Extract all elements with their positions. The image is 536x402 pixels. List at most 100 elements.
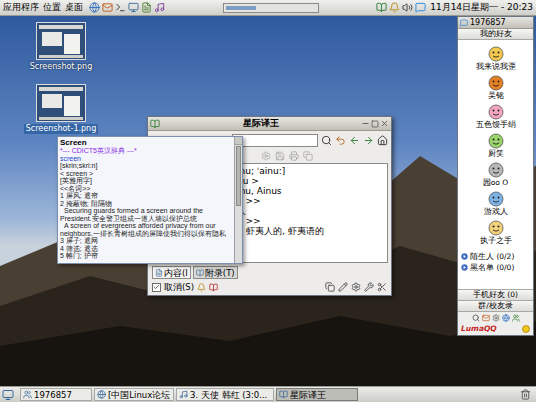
task-button[interactable]: 3. 天使 韩红 (3:0...	[176, 388, 274, 401]
panel-menu[interactable]: 位置	[43, 1, 61, 15]
buddy-name: 我来说我歪	[476, 62, 516, 72]
title-bar[interactable]: 星际译王	[148, 117, 391, 131]
floating-popup: Screen*--- CDICT5英汉辞典 ---*screen[skrin;s…	[57, 136, 243, 264]
definition-toolbar	[233, 149, 388, 163]
tools-icon[interactable]	[364, 282, 374, 292]
title-bar[interactable]: 1976857	[458, 17, 533, 29]
music-icon[interactable]	[154, 2, 165, 13]
home-icon[interactable]	[377, 135, 388, 146]
definition-line: 人	[237, 206, 384, 216]
trash-icon[interactable]	[520, 389, 531, 400]
popup-line: 2 掩蔽物; 阻隔物	[60, 200, 232, 208]
preferences-icon[interactable]	[351, 282, 361, 292]
notify-icon[interactable]	[389, 2, 400, 13]
users-icon[interactable]	[512, 314, 520, 322]
group-button[interactable]: 群/校友录	[458, 300, 533, 311]
group-button[interactable]: 手机好友 (0)	[458, 289, 533, 300]
popup-text[interactable]: Screen*--- CDICT5英汉辞典 ---*screen[skrin;s…	[58, 137, 234, 263]
tab[interactable]: 附录(T)	[193, 266, 238, 279]
find-icon[interactable]	[472, 314, 480, 322]
mail-icon[interactable]	[102, 2, 113, 13]
bulb-icon[interactable]	[197, 283, 206, 292]
edit-icon[interactable]	[338, 282, 348, 292]
clock[interactable]: 11月14日星期一 - 20:23	[430, 1, 533, 15]
copy-icon	[303, 151, 313, 161]
buddy-name: 执子之手	[480, 236, 512, 246]
forward-icon[interactable]	[363, 135, 374, 146]
volume-icon[interactable]	[402, 2, 413, 13]
group-header[interactable]: 我的好友	[458, 29, 533, 40]
editor-icon[interactable]	[141, 2, 152, 13]
search-icon[interactable]	[321, 135, 332, 146]
panel-menu[interactable]: 桌面	[65, 1, 83, 15]
word-input[interactable]	[232, 134, 318, 147]
window-title: 1976857	[470, 18, 506, 28]
buddy-name: 游戏人	[484, 207, 508, 217]
avatar-icon	[488, 75, 504, 91]
minimize-icon[interactable]	[361, 119, 370, 128]
checkbox-label[interactable]: 取消(S)	[164, 282, 194, 292]
show-desktop-icon[interactable]	[2, 389, 14, 401]
buddy-name: 厨笑	[488, 149, 504, 159]
panel-menu[interactable]: 应用程序	[3, 1, 39, 15]
definition-line: 、虾夷人的, 虾夷语的	[237, 226, 384, 236]
dictionary-tray-icon[interactable]	[376, 2, 387, 13]
tab[interactable]: 内容(I	[152, 266, 191, 279]
buddy-window: 1976857我的好友我来说我歪吴铭五色馒手绢厨笑园oo O 游戏人执子之手陌生人…	[457, 16, 534, 336]
collapsed-group[interactable]: 黑名单 (0/0)	[458, 262, 533, 273]
buddy-item[interactable]: 执子之手	[480, 220, 512, 249]
logo-row: LumaQQ	[458, 323, 533, 335]
bottom-bar: 取消(S)	[148, 279, 391, 295]
task-button[interactable]: 星际译王	[276, 388, 358, 401]
task-button[interactable]: [中国Linux论坛	[94, 388, 174, 401]
maximize-icon[interactable]	[371, 120, 379, 128]
popup-line: 5 帷门; 护帘	[60, 252, 232, 260]
browser-icon[interactable]	[89, 2, 100, 13]
buddy-item[interactable]: 吴铭	[488, 75, 504, 104]
buddy-name: 园oo O	[483, 178, 508, 188]
buddy-item[interactable]: 五色馒手绢	[476, 104, 516, 133]
terminal-icon[interactable]	[115, 2, 126, 13]
desktop: Screenshot.png Screenshot-1.png 星际译王 lnu; ˈ…	[0, 16, 536, 386]
back-icon[interactable]	[349, 135, 360, 146]
check-icon	[153, 283, 160, 291]
definition-line: nu >	[237, 176, 384, 186]
popup-line: screen	[60, 155, 232, 163]
definition-line: e >>	[237, 216, 384, 226]
definition-text[interactable]: lnu; ˈainu:]nu >Inu, Ainusu >>人e >>、虾夷人的…	[233, 163, 388, 263]
message-icon[interactable]	[482, 314, 490, 322]
desktop-icon[interactable]: Screenshot-1.png	[26, 84, 96, 134]
tab-row: 内容(I附录(T)	[148, 263, 391, 279]
cancel-checkbox[interactable]	[152, 283, 161, 292]
popup-line: A screen of evergreens afforded privacy …	[60, 222, 232, 230]
buddy-item[interactable]: 园oo O	[483, 162, 508, 191]
dict-icon[interactable]	[209, 283, 218, 292]
collapsed-group[interactable]: 陌生人 (0/2)	[458, 251, 533, 262]
definition-line: lnu; ˈainu:]	[237, 166, 384, 176]
popup-line: [skrin;skri:n]	[60, 162, 232, 170]
web-icon[interactable]	[502, 314, 510, 322]
avatar-icon	[488, 220, 504, 236]
buddy-item[interactable]: 游戏人	[484, 191, 508, 220]
copy-tool-icon[interactable]	[325, 282, 335, 292]
qq-tray-icon[interactable]	[415, 2, 426, 13]
popup-scrollbar[interactable]	[234, 137, 242, 263]
app-icon	[150, 119, 160, 129]
clear-icon[interactable]	[335, 135, 346, 146]
scissors-icon[interactable]	[377, 282, 387, 292]
popup-line: 1 屏风; 遮帘	[60, 192, 232, 200]
tray	[376, 2, 426, 13]
close-icon[interactable]	[380, 119, 389, 128]
system-icon[interactable]	[492, 314, 500, 322]
popup-line: *--- CDICT5英汉辞典 ---*	[60, 147, 232, 155]
popup-line: neighbors.一排长青树组成的屏障使我们得以保有隐私	[60, 230, 232, 238]
task-button[interactable]: 1976857	[20, 388, 92, 401]
monitor-icon[interactable]	[128, 2, 139, 13]
desktop-icon[interactable]: Screenshot.png	[26, 22, 96, 72]
panel-applet[interactable]	[223, 3, 319, 13]
buddy-item[interactable]: 我来说我歪	[476, 46, 516, 75]
settings-icon	[261, 151, 271, 161]
image-file-icon	[36, 84, 86, 122]
status-icon[interactable]	[522, 325, 530, 333]
buddy-item[interactable]: 厨笑	[488, 133, 504, 162]
